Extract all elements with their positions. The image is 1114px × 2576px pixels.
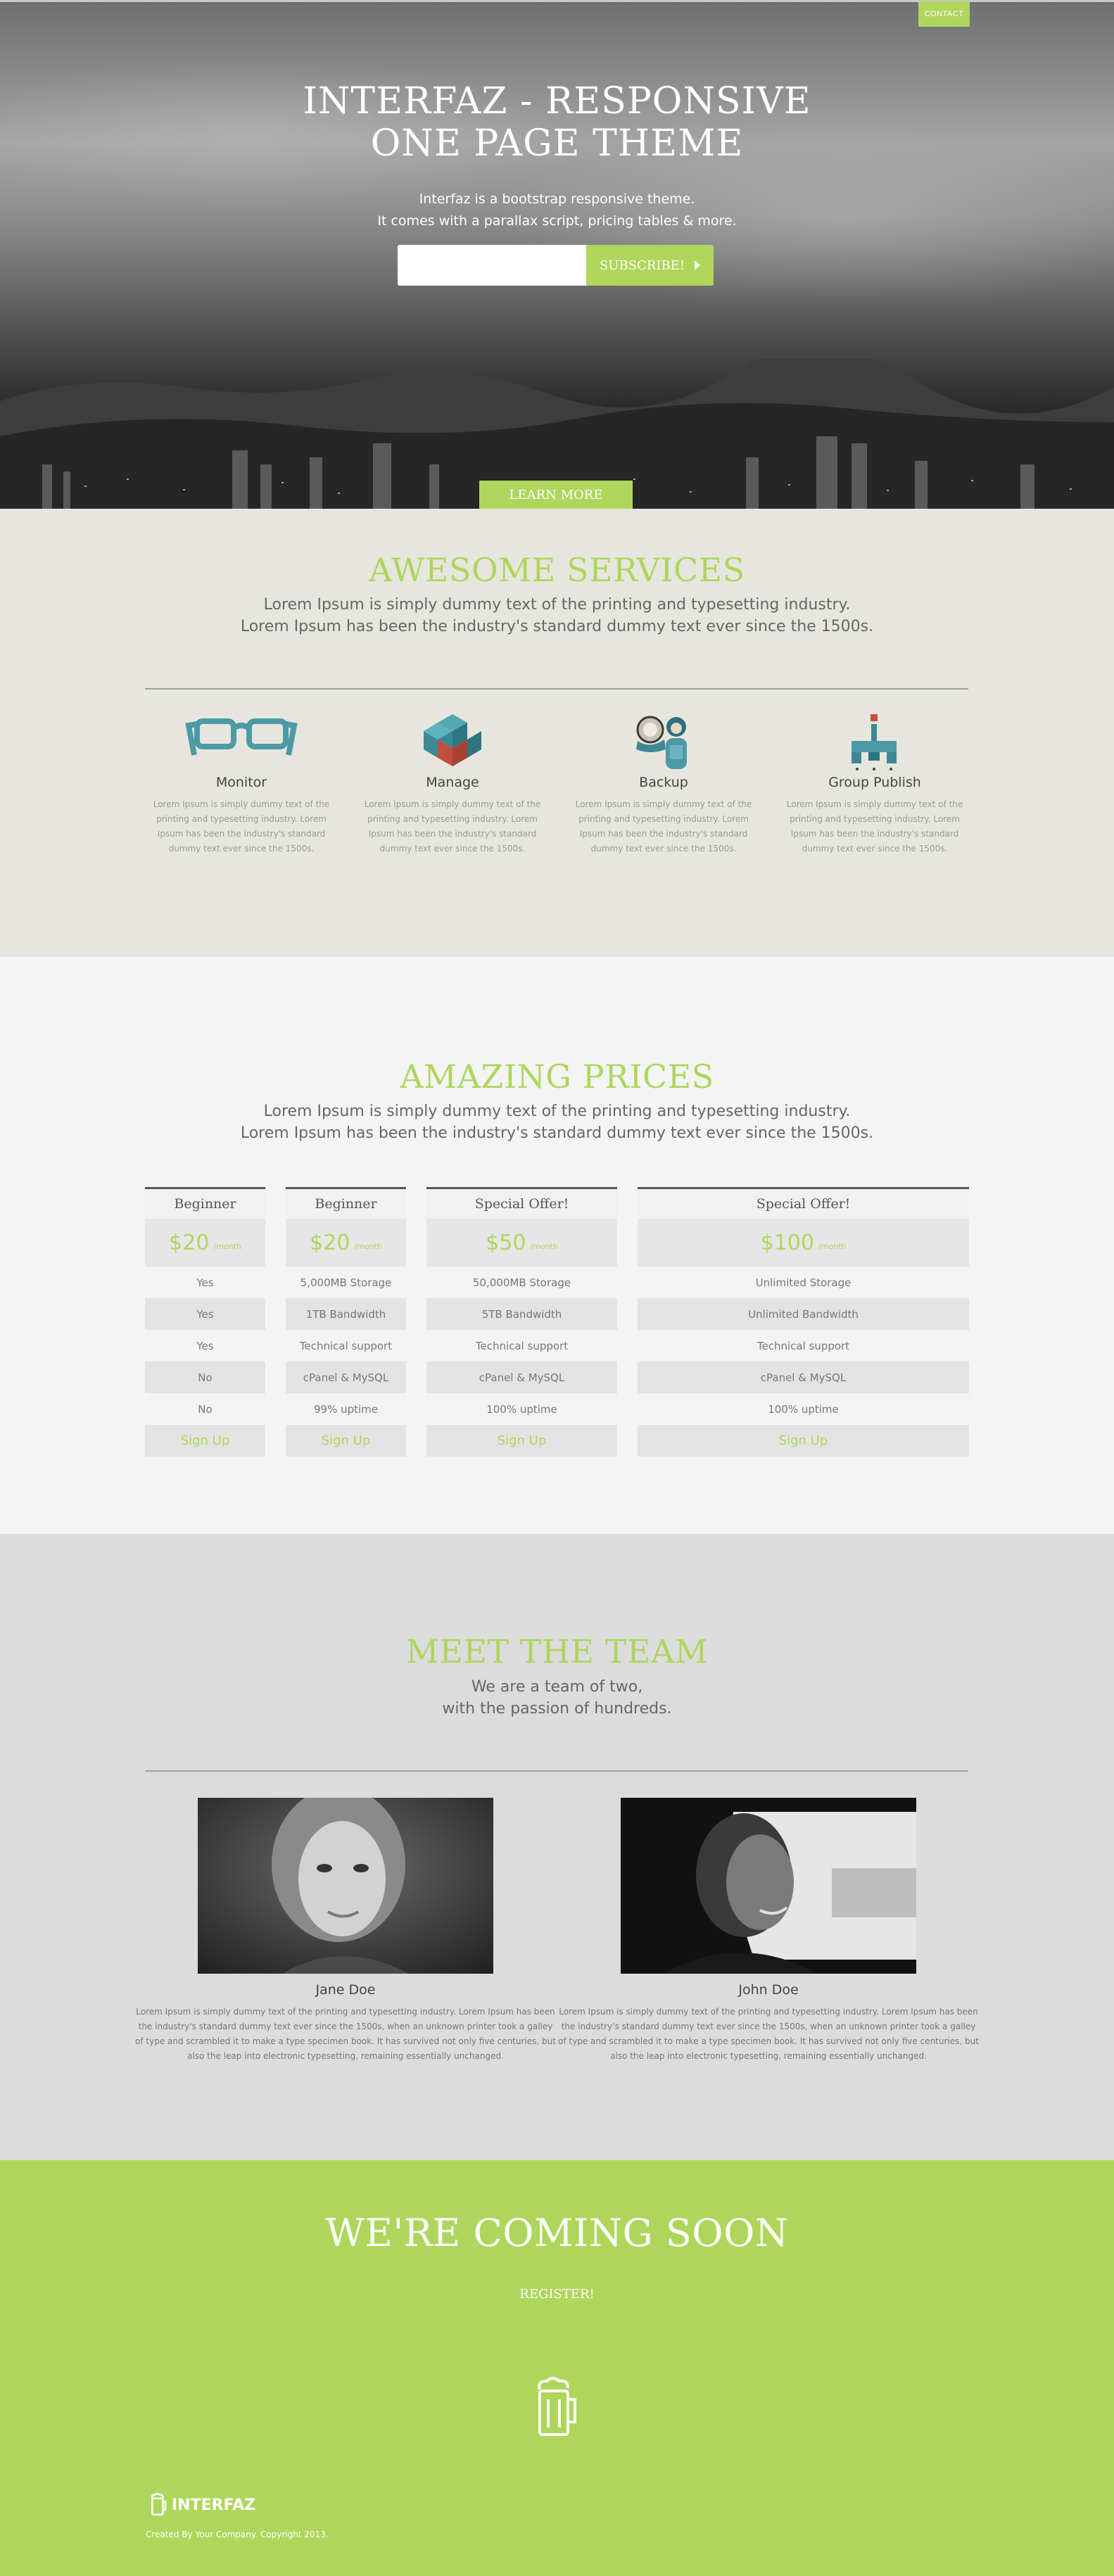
- pricing-table: Beginner $20 /month Yes Yes Yes No No Si…: [145, 1187, 265, 1457]
- signup-row: Sign Up: [286, 1425, 406, 1457]
- member-bio: Lorem Ipsum is simply dummy text of the …: [558, 2007, 979, 2061]
- hero-title: INTERFAZ - RESPONSIVE: [303, 80, 811, 122]
- price-amount: $50: [486, 1230, 526, 1255]
- plan-name: Special Offer!: [426, 1187, 617, 1219]
- signup-row: Sign Up: [145, 1425, 265, 1457]
- hero-title: ONE PAGE THEME: [370, 122, 744, 165]
- plan-feature: Technical support: [426, 1330, 617, 1362]
- coming-soon-title: WE'RE COMING SOON: [325, 2211, 789, 2255]
- signup-link[interactable]: Sign Up: [779, 1433, 828, 1448]
- service-name: Backup: [639, 775, 688, 790]
- learn-more-button[interactable]: LEARN MORE: [479, 481, 633, 509]
- price-period: /month: [530, 1241, 558, 1251]
- price-amount: $20: [310, 1230, 350, 1255]
- service-desc: Lorem Ipsum is simply dummy text of the …: [575, 799, 752, 854]
- prices-subtitle: Lorem Ipsum has been the industry's stan…: [240, 1124, 874, 1142]
- signup-row: Sign Up: [638, 1425, 969, 1457]
- register-link[interactable]: REGISTER!: [0, 2287, 1114, 2302]
- plan-feature: 5,000MB Storage: [286, 1267, 406, 1298]
- pricing-table: Special Offer! $100 /month Unlimited Sto…: [638, 1187, 969, 1457]
- plan-name: Beginner: [145, 1187, 265, 1219]
- price-amount: $100: [760, 1230, 814, 1255]
- divider: [145, 1770, 968, 1772]
- plan-feature: Yes: [145, 1298, 265, 1330]
- service-name: Group Publish: [828, 775, 921, 790]
- services-section: AWESOME SERVICES Lorem Ipsum is simply d…: [0, 509, 1114, 957]
- divider: [145, 688, 968, 690]
- signup-link[interactable]: Sign Up: [181, 1433, 230, 1448]
- service-name: Manage: [426, 775, 479, 790]
- plan-price: $20 /month: [145, 1219, 265, 1267]
- plan-price: $20 /month: [286, 1219, 406, 1267]
- plan-feature: No: [145, 1393, 265, 1425]
- beer-mug-icon: [151, 2492, 167, 2516]
- member-name: John Doe: [738, 1982, 799, 1998]
- cubes-icon: [424, 714, 481, 766]
- plan-feature: Technical support: [286, 1330, 406, 1362]
- plan-feature: 5TB Bandwidth: [426, 1298, 617, 1330]
- footer-logo[interactable]: INTERFAZ: [149, 2490, 255, 2520]
- price-amount: $20: [169, 1230, 210, 1255]
- team-photo: [198, 1798, 493, 1974]
- plan-feature: 99% uptime: [286, 1393, 406, 1425]
- plan-feature: 50,000MB Storage: [426, 1267, 617, 1298]
- plan-feature: 100% uptime: [426, 1393, 617, 1425]
- subscribe-label: SUBSCRIBE!: [599, 258, 685, 273]
- prices-subtitle: Lorem Ipsum is simply dummy text of the …: [263, 1103, 851, 1120]
- publish-icon: [852, 714, 897, 770]
- service-desc: Lorem Ipsum is simply dummy text of the …: [786, 799, 963, 854]
- contact-button[interactable]: CONTACT: [918, 1, 970, 27]
- team-subtitle: with the passion of hundreds.: [442, 1700, 672, 1718]
- price-period: /month: [354, 1241, 382, 1251]
- plan-feature: Unlimited Storage: [638, 1267, 969, 1298]
- arrow-right-icon: [695, 260, 701, 270]
- footer-section: WE'RE COMING SOON REGISTER! INTERFAZ Cre…: [0, 2160, 1114, 2576]
- signup-link[interactable]: Sign Up: [322, 1433, 371, 1448]
- hero-subtitle: It comes with a parallax script, pricing…: [377, 213, 737, 229]
- hero-section: CONTACT INTERFAZ - RESPONSIVE ONE PAGE T…: [0, 0, 1114, 509]
- plan-feature: cPanel & MySQL: [426, 1362, 617, 1393]
- team-photo: [621, 1798, 916, 1974]
- plan-feature: No: [145, 1362, 265, 1393]
- team-subtitle: We are a team of two,: [471, 1678, 643, 1696]
- plan-name: Special Offer!: [638, 1187, 969, 1219]
- prices-title: AMAZING PRICES: [400, 1058, 714, 1096]
- services-subtitle: Lorem Ipsum has been the industry's stan…: [240, 618, 874, 635]
- plan-feature: Unlimited Bandwidth: [638, 1298, 969, 1330]
- plan-feature: 1TB Bandwidth: [286, 1298, 406, 1330]
- subscribe-button[interactable]: SUBSCRIBE!: [586, 245, 714, 286]
- plan-price: $100 /month: [638, 1219, 969, 1267]
- plan-feature: Yes: [145, 1330, 265, 1362]
- plan-name: Beginner: [286, 1187, 406, 1219]
- people-icon: [636, 716, 687, 769]
- pricing-table: Special Offer! $50 /month 50,000MB Stora…: [426, 1187, 617, 1457]
- services-title: AWESOME SERVICES: [369, 551, 745, 589]
- plan-feature: cPanel & MySQL: [286, 1362, 406, 1393]
- glasses-icon: [185, 718, 298, 756]
- signup-link[interactable]: Sign Up: [498, 1433, 547, 1448]
- plan-price: $50 /month: [426, 1219, 617, 1267]
- copyright-text: Created By Your Company. Copyright 2013.: [146, 2530, 329, 2539]
- team-section: MEET THE TEAM We are a team of two, with…: [0, 1534, 1114, 2160]
- logo-text: INTERFAZ: [172, 2496, 256, 2514]
- plan-feature: cPanel & MySQL: [638, 1362, 969, 1393]
- email-field[interactable]: [398, 245, 586, 286]
- hero-subtitle: Interfaz is a bootstrap responsive theme…: [419, 191, 695, 207]
- prices-section: AMAZING PRICES Lorem Ipsum is simply dum…: [0, 957, 1114, 1534]
- member-name: Jane Doe: [315, 1982, 376, 1998]
- service-desc: Lorem Ipsum is simply dummy text of the …: [364, 799, 541, 854]
- price-period: /month: [818, 1241, 847, 1251]
- team-title: MEET THE TEAM: [405, 1632, 709, 1670]
- signup-row: Sign Up: [426, 1425, 617, 1457]
- plan-feature: Yes: [145, 1267, 265, 1298]
- plan-feature: Technical support: [638, 1330, 969, 1362]
- beer-mug-icon: [538, 2377, 576, 2436]
- service-name: Monitor: [215, 775, 267, 790]
- price-period: /month: [213, 1241, 241, 1251]
- member-bio: Lorem Ipsum is simply dummy text of the …: [135, 2007, 556, 2061]
- pricing-table: Beginner $20 /month 5,000MB Storage 1TB …: [286, 1187, 406, 1457]
- plan-feature: 100% uptime: [638, 1393, 969, 1425]
- service-desc: Lorem Ipsum is simply dummy text of the …: [153, 799, 330, 854]
- services-subtitle: Lorem Ipsum is simply dummy text of the …: [263, 596, 851, 614]
